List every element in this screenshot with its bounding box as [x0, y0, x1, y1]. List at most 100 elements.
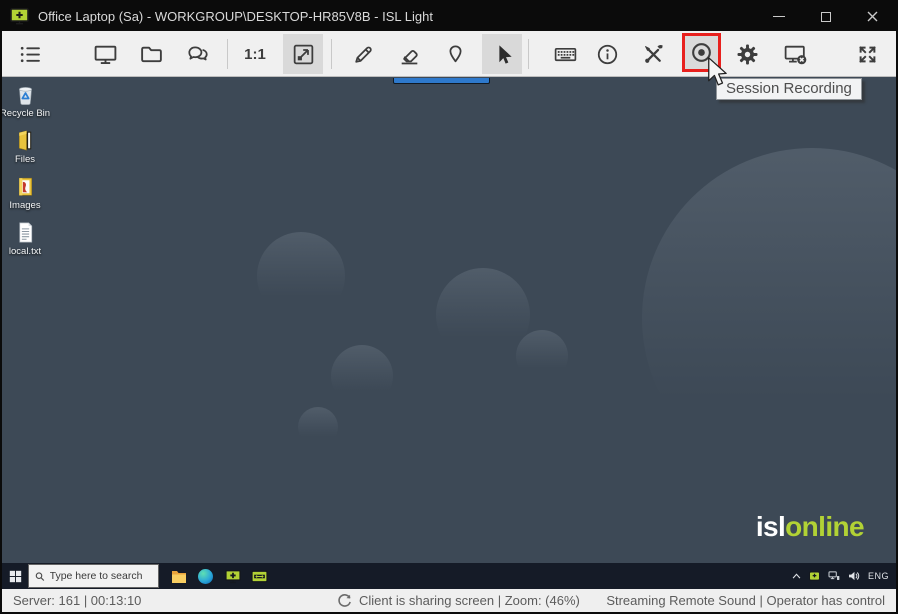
- minimize-icon: [773, 16, 785, 17]
- pointer-pin-icon: [443, 42, 468, 67]
- taskbar-search[interactable]: [28, 564, 159, 588]
- laser-pointer-button[interactable]: [435, 34, 475, 74]
- monitor-icon: [93, 42, 118, 67]
- session-list-icon: [18, 42, 43, 67]
- desktop-icon-label: local.txt: [9, 246, 41, 257]
- eraser-icon: [397, 42, 422, 67]
- tooltip-text: Session Recording: [726, 80, 852, 97]
- fit-screen-button[interactable]: [283, 34, 323, 74]
- toolbar-separator: [528, 39, 529, 69]
- maximize-button[interactable]: [802, 2, 849, 31]
- app-icon: [10, 8, 30, 25]
- status-sound-control: Streaming Remote Sound | Operator has co…: [606, 593, 885, 608]
- settings-button[interactable]: [727, 34, 767, 74]
- fullscreen-icon: [855, 42, 880, 67]
- remote-taskbar: ENG: [2, 563, 896, 589]
- gear-icon: [735, 42, 760, 67]
- system-tray: ENG: [792, 571, 896, 582]
- toolbar-separator: [227, 39, 228, 69]
- file-manager-button[interactable]: [131, 34, 171, 74]
- windows-logo-icon: [9, 570, 22, 583]
- desktop-icon-recycle-bin[interactable]: Recycle Bin: [4, 82, 46, 119]
- keyboard-icon: [553, 42, 578, 67]
- network-icon[interactable]: [828, 571, 840, 581]
- draw-button[interactable]: [343, 34, 383, 74]
- session-list-button[interactable]: [10, 34, 50, 74]
- desktop-icon-images[interactable]: Images: [4, 174, 46, 211]
- close-button[interactable]: [849, 2, 896, 31]
- isl-light-taskbar-button[interactable]: [224, 568, 241, 585]
- mouse-cursor: [706, 56, 728, 89]
- edge-icon: [198, 569, 213, 584]
- chat-button[interactable]: [178, 34, 218, 74]
- disconnect-desktop-button[interactable]: [775, 34, 815, 74]
- scale-1-1-label: 1:1: [244, 46, 266, 63]
- monitors-button[interactable]: [85, 34, 125, 74]
- images-folder-icon: [13, 174, 38, 199]
- files-folder-icon: [13, 128, 38, 153]
- cursor-arrow-icon: [490, 42, 515, 67]
- toolbar-separator: [331, 39, 332, 69]
- desktop-icon-local-txt[interactable]: local.txt: [4, 220, 46, 257]
- refresh-icon: [337, 593, 352, 608]
- file-explorer-icon: [171, 569, 187, 583]
- tooltip: Session Recording: [716, 78, 862, 100]
- tools-button[interactable]: [633, 34, 673, 74]
- info-button[interactable]: [587, 34, 627, 74]
- window-title: Office Laptop (Sa) - WORKGROUP\DESKTOP-H…: [38, 9, 433, 24]
- fullscreen-button[interactable]: [847, 34, 887, 74]
- taskbar-apps: [170, 568, 268, 585]
- folder-icon: [139, 42, 164, 67]
- background-circle: [298, 407, 338, 447]
- isl-alwayson-taskbar-button[interactable]: [251, 568, 268, 585]
- pencil-icon: [351, 42, 376, 67]
- background-circle: [642, 148, 896, 488]
- search-icon: [35, 571, 45, 582]
- eraser-button[interactable]: [389, 34, 429, 74]
- collapsed-banner-tab[interactable]: [393, 78, 490, 84]
- maximize-icon: [821, 12, 831, 22]
- isl-light-icon: [225, 569, 241, 584]
- statusbar: Server: 161 | 00:13:10 Client is sharing…: [2, 589, 896, 612]
- cursor-button[interactable]: [482, 34, 522, 74]
- recycle-bin-icon: [13, 82, 38, 107]
- background-circle: [516, 330, 568, 382]
- fit-screen-icon: [291, 42, 316, 67]
- close-icon: [867, 11, 878, 22]
- desktop-icons: Recycle Bin Files Images: [4, 82, 46, 257]
- status-server-time: Server: 161 | 00:13:10: [13, 593, 141, 608]
- window-controls: [755, 2, 896, 31]
- background-circle: [436, 268, 530, 362]
- minimize-button[interactable]: [755, 2, 802, 31]
- isl-tray-icon[interactable]: [809, 571, 820, 582]
- edge-button[interactable]: [197, 568, 214, 585]
- scale-1-1-button[interactable]: 1:1: [235, 34, 275, 74]
- isl-alwayson-icon: [251, 570, 268, 583]
- islonline-logo: islonline: [756, 511, 864, 543]
- desktop-icon-label: Files: [15, 154, 35, 165]
- volume-icon[interactable]: [848, 571, 860, 581]
- desktop-icon-label: Recycle Bin: [2, 108, 50, 119]
- logo-online: online: [785, 511, 864, 542]
- tools-icon: [641, 42, 666, 67]
- desktop-icon-files[interactable]: Files: [4, 128, 46, 165]
- tray-chevron-up-icon[interactable]: [792, 573, 801, 579]
- info-icon: [595, 42, 620, 67]
- start-button[interactable]: [2, 563, 28, 589]
- titlebar: Office Laptop (Sa) - WORKGROUP\DESKTOP-H…: [2, 2, 896, 31]
- remote-desktop-view[interactable]: Recycle Bin Files Images: [2, 77, 896, 563]
- file-explorer-button[interactable]: [170, 568, 187, 585]
- monitor-disconnect-icon: [783, 42, 808, 67]
- background-circle: [257, 232, 345, 320]
- toolbar: 1:1: [2, 31, 896, 77]
- search-input[interactable]: [50, 570, 152, 582]
- background-circle: [331, 345, 393, 407]
- keyboard-button[interactable]: [545, 34, 585, 74]
- chat-icon: [186, 42, 211, 67]
- status-sharing-zoom-text: Client is sharing screen | Zoom: (46%): [359, 593, 580, 608]
- status-sharing-zoom: Client is sharing screen | Zoom: (46%): [337, 593, 580, 608]
- logo-isl: isl: [756, 511, 785, 542]
- isl-light-window: Office Laptop (Sa) - WORKGROUP\DESKTOP-H…: [0, 0, 898, 614]
- language-indicator[interactable]: ENG: [868, 571, 889, 581]
- text-file-icon: [13, 220, 38, 245]
